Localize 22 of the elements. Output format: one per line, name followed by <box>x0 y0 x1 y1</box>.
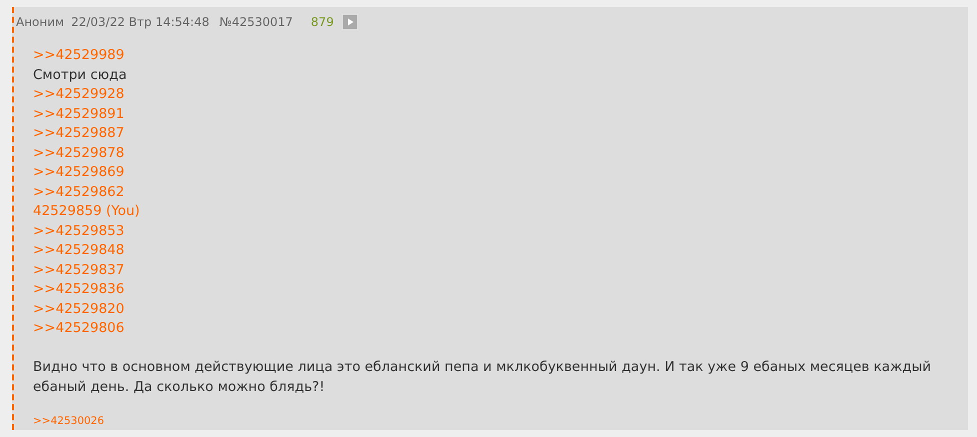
post-ordinal: 879 <box>310 15 334 29</box>
reply-link[interactable]: >>42529989 <box>33 46 124 66</box>
reply-link[interactable]: >>42529887 <box>33 124 124 144</box>
reply-link[interactable]: >>42529853 <box>33 222 124 241</box>
reply-link[interactable]: >>42529806 <box>33 319 124 338</box>
post-text: Видно что в основном действующие лица это ебланский пепа и мклкобуквенный даун. И так уже 9 ебаных месяцев каждый ебаный день. Да сколько можно блядь?! <box>33 358 932 396</box>
reply-link[interactable]: >>42529836 <box>33 280 124 300</box>
reply-link[interactable]: >>42529869 <box>33 163 124 182</box>
post-text: Смотри сюда <box>33 66 127 84</box>
play-icon[interactable] <box>342 15 357 29</box>
reply-link[interactable]: >>42529848 <box>33 241 124 260</box>
reply-link[interactable]: >>42529862 <box>33 182 124 202</box>
reply-link[interactable]: >>42529891 <box>33 104 124 124</box>
reply-link[interactable]: >>42529820 <box>33 300 124 319</box>
post-number-link[interactable]: №42530017 <box>219 15 293 29</box>
post-date: 22/03/22 Втр 14:54:48 <box>71 15 210 29</box>
reply-link[interactable]: >>42529837 <box>33 260 124 280</box>
reply-link[interactable]: >>42529878 <box>33 144 124 163</box>
reply-link[interactable]: >>42530026 <box>33 415 104 427</box>
reply-link[interactable]: >>42529928 <box>33 85 124 104</box>
own-post-link[interactable]: 42529859 (You) <box>33 202 140 222</box>
author-name: Аноним <box>16 15 64 29</box>
